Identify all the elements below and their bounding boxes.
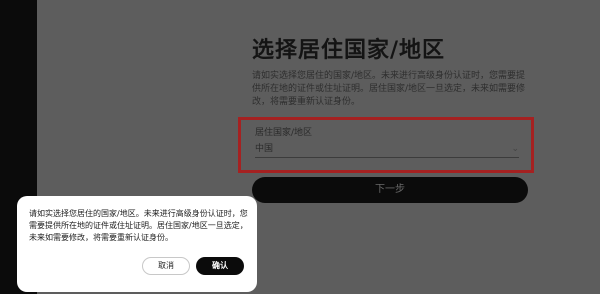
region-field-highlight: 居住国家/地区 中国 ⌄ [238,117,534,173]
region-selection-page: 选择居住国家/地区 请如实选择您居住的国家/地区。未来进行高级身份认证时，您需要… [252,36,552,109]
region-label: 居住国家/地区 [255,128,313,138]
page-title: 选择居住国家/地区 [252,38,446,63]
page-description: 请如实选择您居住的国家/地区。未来进行高级身份认证时，您需要提供所在地的证件或住… [252,71,526,107]
confirm-button[interactable]: 确认 [196,257,244,275]
region-select[interactable]: 中国 ⌄ [255,140,519,158]
confirm-dialog: 请如实选择您居住的国家/地区。未来进行高级身份认证时，您需要提供所在地的证件或住… [17,196,257,292]
region-selected-value: 中国 [255,144,274,154]
dialog-message: 请如实选择您居住的国家/地区。未来进行高级身份认证时，您需要提供所在地的证件或住… [29,209,248,242]
chevron-down-icon: ⌄ [511,144,519,154]
cancel-button[interactable]: 取消 [142,257,190,275]
next-button[interactable]: 下一步 [252,177,528,203]
